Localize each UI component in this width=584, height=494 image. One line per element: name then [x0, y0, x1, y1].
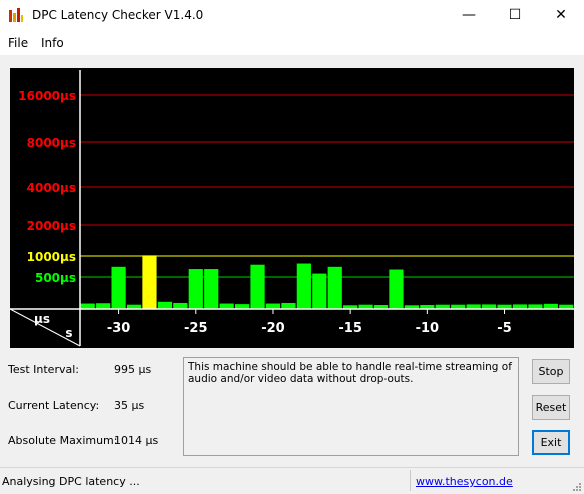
resize-grip-icon[interactable]: [572, 482, 582, 492]
latency-bar: [173, 302, 188, 309]
latency-bar: [80, 303, 95, 309]
result-message-box[interactable]: This machine should be able to handle re…: [183, 357, 519, 456]
test-interval-label: Test Interval:: [8, 363, 79, 376]
latency-bar: [96, 303, 111, 309]
x-tick-label: -25: [184, 321, 208, 336]
menu-file[interactable]: File: [8, 36, 28, 50]
x-tick-label: -15: [338, 321, 362, 336]
website-link[interactable]: www.thesycon.de: [416, 475, 513, 488]
reset-button[interactable]: Reset: [532, 395, 570, 420]
minimize-button[interactable]: —: [446, 0, 492, 30]
test-interval-value: 995 µs: [114, 363, 152, 376]
maximize-button[interactable]: ☐: [492, 0, 538, 30]
stop-button[interactable]: Stop: [532, 359, 570, 384]
latency-bar: [188, 269, 203, 309]
y-tick-label: 500µs: [35, 271, 76, 285]
latency-bar: [204, 269, 219, 309]
x-unit-label: s: [65, 326, 72, 340]
y-tick-label: 8000µs: [27, 136, 76, 150]
latency-bar: [312, 273, 327, 309]
current-latency-label: Current Latency:: [8, 399, 100, 412]
y-unit-label: µs: [34, 312, 50, 326]
title-bar: DPC Latency Checker V1.4.0 — ☐ ✕: [0, 0, 584, 30]
current-latency-value: 35 µs: [114, 399, 145, 412]
menu-info[interactable]: Info: [41, 36, 64, 50]
latency-bar: [219, 303, 234, 309]
latency-bar: [543, 303, 558, 309]
menu-bar: File Info: [0, 30, 584, 56]
x-tick-label: -20: [261, 321, 285, 336]
x-tick-label: -5: [497, 321, 511, 336]
latency-bar: [389, 269, 404, 309]
maximize-icon: ☐: [508, 7, 522, 23]
absolute-maximum-value: 1014 µs: [114, 434, 159, 447]
y-tick-label: 2000µs: [27, 219, 76, 233]
latency-bar: [296, 263, 311, 309]
status-bar: Analysing DPC latency ... www.thesycon.d…: [0, 467, 584, 494]
app-icon: [8, 7, 24, 23]
close-button[interactable]: ✕: [538, 0, 584, 30]
status-divider: [410, 470, 411, 491]
window-title: DPC Latency Checker V1.4.0: [32, 8, 204, 22]
latency-chart: µs s 16000µs 8000µs 4000µs 2000µs 1000µs 500µ…: [10, 68, 574, 348]
status-text: Analysing DPC latency ...: [2, 475, 140, 488]
latency-bar: [111, 266, 126, 309]
x-tick-label: -30: [107, 321, 131, 336]
latency-bar: [281, 302, 296, 309]
latency-bar: [250, 264, 265, 309]
latency-bar: [157, 301, 173, 309]
y-tick-label: 4000µs: [27, 181, 76, 195]
latency-bar: [265, 303, 281, 309]
x-tick-label: -10: [416, 321, 440, 336]
exit-button[interactable]: Exit: [532, 430, 570, 455]
minimize-icon: —: [462, 7, 476, 23]
absolute-maximum-label: Absolute Maximum:: [8, 434, 118, 447]
close-icon: ✕: [555, 7, 567, 23]
latency-chart-svg: µs s 16000µs 8000µs 4000µs 2000µs 1000µs 500µ…: [10, 70, 574, 347]
y-tick-label: 16000µs: [18, 89, 76, 103]
latency-bar: [327, 266, 342, 309]
latency-bar: [142, 255, 157, 309]
y-tick-label: 1000µs: [27, 250, 76, 264]
